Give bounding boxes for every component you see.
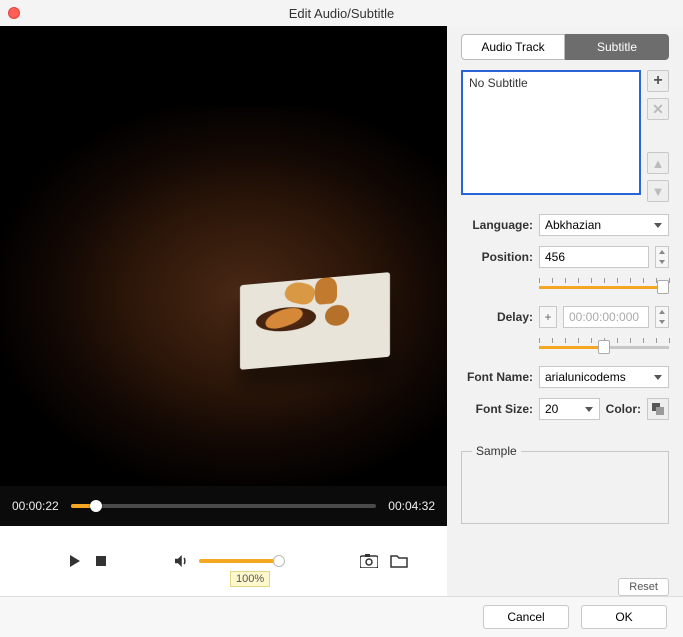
play-icon bbox=[70, 555, 80, 567]
seek-bar[interactable] bbox=[71, 504, 377, 508]
reset-button[interactable]: Reset bbox=[618, 578, 669, 596]
scene-bread bbox=[315, 277, 337, 305]
player-controls: 100% bbox=[0, 526, 447, 596]
font-name-select[interactable]: arialunicodems bbox=[539, 366, 669, 388]
volume-thumb[interactable] bbox=[273, 555, 285, 567]
snapshot-button[interactable] bbox=[359, 551, 379, 571]
position-input[interactable]: 456 bbox=[539, 246, 649, 268]
position-stepper[interactable] bbox=[655, 246, 669, 268]
time-current: 00:00:22 bbox=[12, 499, 59, 513]
position-slider-thumb[interactable] bbox=[657, 280, 669, 294]
volume-tooltip: 100% bbox=[230, 571, 270, 587]
font-name-label: Font Name: bbox=[461, 370, 533, 384]
folder-icon bbox=[390, 554, 408, 568]
delay-slider-thumb[interactable] bbox=[598, 340, 610, 354]
position-slider[interactable] bbox=[539, 278, 669, 296]
video-preview bbox=[0, 106, 447, 486]
title-bar: Edit Audio/Subtitle bbox=[0, 0, 683, 26]
language-label: Language: bbox=[461, 218, 533, 232]
play-button[interactable] bbox=[65, 551, 85, 571]
position-label: Position: bbox=[461, 250, 533, 264]
color-label: Color: bbox=[606, 402, 641, 416]
sample-preview: Sample bbox=[461, 444, 669, 524]
scene-bread bbox=[325, 304, 349, 327]
plus-icon: + bbox=[653, 72, 662, 90]
close-window-button[interactable] bbox=[8, 7, 20, 19]
speaker-icon bbox=[172, 552, 190, 570]
scene-bread bbox=[282, 280, 318, 307]
delay-sign-button[interactable]: + bbox=[539, 306, 557, 328]
video-area: 00:00:22 00:04:32 bbox=[0, 26, 447, 526]
tab-audio-track[interactable]: Audio Track bbox=[461, 34, 565, 60]
tab-subtitle[interactable]: Subtitle bbox=[565, 34, 669, 60]
stop-button[interactable] bbox=[91, 551, 111, 571]
scene-table bbox=[240, 272, 390, 370]
subtitle-list-empty: No Subtitle bbox=[469, 76, 528, 90]
arrow-down-icon: ▼ bbox=[652, 184, 665, 199]
dialog-footer: Cancel OK bbox=[0, 596, 683, 637]
cancel-button[interactable]: Cancel bbox=[483, 605, 569, 629]
remove-subtitle-button[interactable]: ✕ bbox=[647, 98, 669, 120]
subtitle-list[interactable]: No Subtitle bbox=[461, 70, 641, 195]
delay-input[interactable]: 00:00:00:000 bbox=[563, 306, 649, 328]
language-select[interactable]: Abkhazian bbox=[539, 214, 669, 236]
color-picker-button[interactable] bbox=[647, 398, 669, 420]
stop-icon bbox=[96, 556, 106, 566]
seek-thumb[interactable] bbox=[90, 500, 102, 512]
font-size-select[interactable]: 20 bbox=[539, 398, 600, 420]
color-swatch-icon bbox=[651, 402, 665, 416]
window-title: Edit Audio/Subtitle bbox=[0, 6, 683, 21]
time-duration: 00:04:32 bbox=[388, 499, 435, 513]
open-folder-button[interactable] bbox=[389, 551, 409, 571]
move-down-button[interactable]: ▼ bbox=[647, 180, 669, 202]
add-subtitle-button[interactable]: + bbox=[647, 70, 669, 92]
left-pane: 00:00:22 00:04:32 100% bbox=[0, 26, 447, 596]
delay-slider[interactable] bbox=[539, 338, 669, 356]
move-up-button[interactable]: ▲ bbox=[647, 152, 669, 174]
camera-icon bbox=[360, 554, 378, 568]
x-icon: ✕ bbox=[652, 101, 664, 118]
sample-legend: Sample bbox=[472, 444, 521, 458]
delay-label: Delay: bbox=[461, 310, 533, 324]
font-size-label: Font Size: bbox=[461, 402, 533, 416]
volume-slider[interactable] bbox=[199, 559, 279, 563]
ok-button[interactable]: OK bbox=[581, 605, 667, 629]
mute-button[interactable] bbox=[171, 551, 191, 571]
timeline: 00:00:22 00:04:32 bbox=[0, 486, 447, 526]
arrow-up-icon: ▲ bbox=[652, 156, 665, 171]
right-pane: Audio Track Subtitle No Subtitle + ✕ ▲ ▼… bbox=[447, 26, 683, 596]
delay-stepper[interactable] bbox=[655, 306, 669, 328]
tab-bar: Audio Track Subtitle bbox=[447, 26, 683, 60]
